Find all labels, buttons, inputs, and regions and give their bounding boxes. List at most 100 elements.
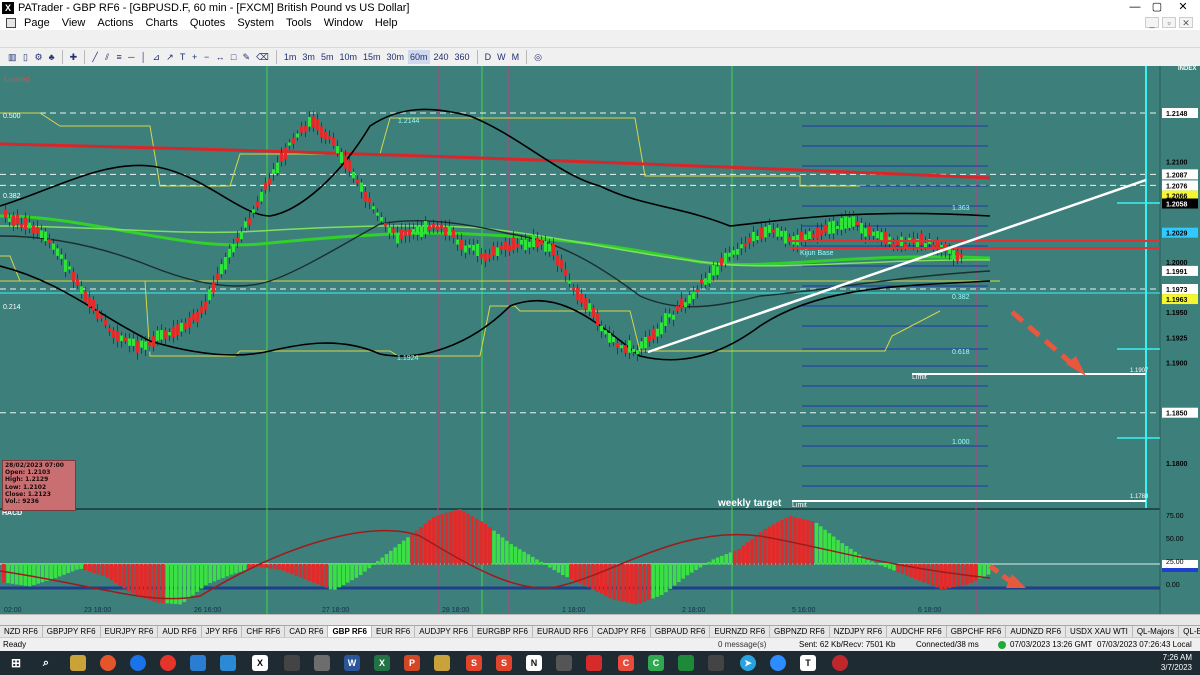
scroll-icon[interactable]: ↔ [214,50,227,64]
app-icon[interactable]: C [618,655,634,671]
period-m-button[interactable]: M [510,50,522,64]
telegram-icon[interactable]: ➤ [740,655,756,671]
zoom-in-icon[interactable]: + [190,50,200,64]
menu-view[interactable]: View [56,17,92,29]
app-icon[interactable] [708,655,724,671]
draw-channel-icon[interactable]: ⫽ [102,50,112,64]
symbol-tab[interactable]: GBPNZD RF6 [770,626,830,637]
symbol-tab[interactable]: EURGBP RF6 [473,626,533,637]
menu-quotes[interactable]: Quotes [184,17,231,29]
word-icon[interactable]: W [344,655,360,671]
symbol-tab[interactable]: AUDCHF RF6 [887,626,947,637]
symbol-tab[interactable]: NZD RF6 [0,626,43,637]
menu-window[interactable]: Window [318,17,369,29]
menu-help[interactable]: Help [369,17,404,29]
taskbar-clock[interactable]: 7:26 AM 3/7/2023 [1161,653,1192,673]
app-icon[interactable] [556,655,572,671]
tradingview-icon[interactable]: T [800,655,816,671]
symbol-tab[interactable]: USDX XAU WTI [1066,626,1133,637]
symbol-tab[interactable]: EURNZD RF6 [710,626,771,637]
mail-icon[interactable] [190,655,206,671]
app-icon[interactable] [832,655,848,671]
menu-tools[interactable]: Tools [280,17,318,29]
eraser-icon[interactable]: ⌫ [254,50,271,64]
tf-60m-button[interactable]: 60m [408,49,430,64]
chart-color-icon[interactable]: ♣ [47,50,57,64]
symbol-tab[interactable]: NZDJPY RF6 [830,626,888,637]
menu-page[interactable]: Page [18,17,56,29]
symbol-tab[interactable]: GBPCHF RF6 [947,626,1007,637]
edge-browser-icon[interactable] [130,655,146,671]
chart-settings-icon[interactable]: ⚙ [33,50,45,64]
tf-10m-button[interactable]: 10m [337,50,359,64]
zoom-icon[interactable] [770,655,786,671]
chrome-icon[interactable] [160,655,176,671]
symbol-tab[interactable]: EURAUD RF6 [533,626,594,637]
app-icon[interactable] [586,655,602,671]
tf-15m-button[interactable]: 15m [361,50,383,64]
close-button[interactable]: ✕ [1172,0,1194,15]
symbol-tab[interactable]: AUD RF6 [158,626,202,637]
tf-360-button[interactable]: 360 [453,50,472,64]
mdi-minimize-button[interactable]: _ [1145,17,1159,28]
symbol-tab[interactable]: AUDNZD RF6 [1006,626,1067,637]
mdi-restore-button[interactable]: ▫ [1162,17,1176,28]
app-icon[interactable] [220,655,236,671]
windows-start-icon[interactable]: ⊞ [8,655,24,671]
symbol-tab[interactable]: GBPJPY RF6 [43,626,101,637]
maximize-button[interactable]: ▢ [1146,0,1168,15]
search-icon[interactable]: ⌕ [38,655,54,671]
folder-icon[interactable] [434,655,450,671]
shapes-icon[interactable]: □ [229,50,239,64]
symbol-tab[interactable]: EURJPY RF6 [101,626,159,637]
menu-charts[interactable]: Charts [139,17,183,29]
zoom-out-icon[interactable]: − [202,50,212,64]
mdi-close-button[interactable]: ✕ [1179,17,1193,28]
app-icon[interactable]: C [648,655,664,671]
file-explorer-icon[interactable] [70,655,86,671]
draw-vline-icon[interactable]: │ [139,50,149,64]
app-icon[interactable] [678,655,694,671]
app-icon[interactable]: N [526,655,542,671]
symbol-tab[interactable]: QL-Majors [1133,626,1180,637]
excel-icon[interactable]: X [374,655,390,671]
document-icon[interactable] [6,17,16,28]
candle-chart-icon[interactable]: ▯ [21,50,31,64]
symbol-tab[interactable]: CAD RF6 [285,626,329,637]
tf-30m-button[interactable]: 30m [384,50,406,64]
app-icon[interactable] [284,655,300,671]
horizontal-scrollbar[interactable] [0,614,1200,625]
symbol-tab[interactable]: GBPAUD RF6 [651,626,711,637]
pencil-icon[interactable]: ✎ [241,50,253,64]
symbol-tab[interactable]: GBP RF6 [328,626,372,637]
symbol-tab[interactable]: JPY RF6 [202,626,243,637]
draw-hline-icon[interactable]: ─ [126,50,136,64]
price-chart[interactable]: 1.21481.21001.20871.20761.20661.20581.20… [0,66,1200,614]
tf-5m-button[interactable]: 5m [319,50,336,64]
powerpoint-icon[interactable]: P [404,655,420,671]
app-icon[interactable] [314,655,330,671]
menu-system[interactable]: System [231,17,280,29]
tf-3m-button[interactable]: 3m [300,50,317,64]
brave-browser-icon[interactable] [100,655,116,671]
draw-arrow-icon[interactable]: ↗ [164,50,176,64]
bar-chart-icon[interactable]: ▥ [6,50,19,64]
period-d-button[interactable]: D [483,50,494,64]
symbol-tab[interactable]: AUDJPY RF6 [415,626,473,637]
symbol-tab[interactable]: CADJPY RF6 [593,626,651,637]
period-w-button[interactable]: W [495,50,508,64]
menu-actions[interactable]: Actions [91,17,139,29]
app-icon[interactable]: S [466,655,482,671]
app-icon[interactable]: S [496,655,512,671]
target-icon[interactable]: ◎ [532,50,544,64]
tf-1m-button[interactable]: 1m [282,50,299,64]
draw-text-icon[interactable]: T [178,50,188,64]
symbol-tab[interactable]: CHF RF6 [242,626,286,637]
tf-240-button[interactable]: 240 [432,50,451,64]
draw-fib-icon[interactable]: ≡ [114,50,124,64]
draw-gann-icon[interactable]: ⊿ [151,50,163,64]
chart-area[interactable]: 1.2148 1.2100 1.2087 1.2076 1.2066 1.2058 1.20… [0,66,1200,614]
crosshair-icon[interactable]: ✚ [68,50,80,64]
symbol-tab[interactable]: QL-Exotics [1179,626,1200,637]
symbol-tab[interactable]: EUR RF6 [372,626,416,637]
